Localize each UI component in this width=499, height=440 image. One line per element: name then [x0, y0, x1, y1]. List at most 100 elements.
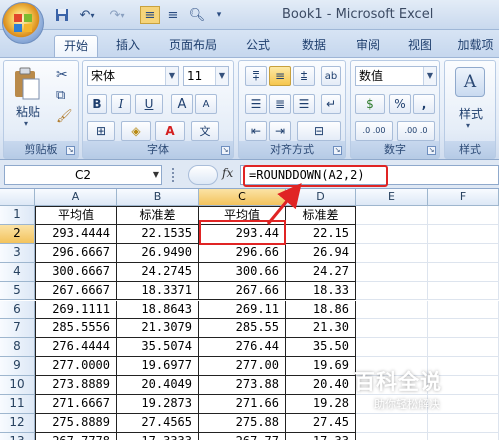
cell-e13[interactable]: [356, 432, 428, 440]
column-header-f[interactable]: F: [428, 189, 499, 206]
column-header-a[interactable]: A: [35, 189, 117, 206]
tab-page-layout[interactable]: 页面布局: [164, 35, 222, 57]
row-header[interactable]: 9: [0, 357, 35, 377]
cell-c12[interactable]: 275.88: [199, 413, 286, 433]
row-header[interactable]: 10: [0, 376, 35, 395]
cell-b4[interactable]: 24.2745: [117, 262, 199, 282]
phonetic-button[interactable]: 文: [191, 121, 219, 141]
undo-icon[interactable]: ↶ ▾: [76, 6, 98, 24]
styles-label[interactable]: 样式: [449, 105, 493, 122]
cell-b12[interactable]: 27.4565: [117, 413, 199, 433]
cell-b6[interactable]: 18.8643: [117, 300, 199, 320]
cell-a2[interactable]: 293.4444: [35, 224, 117, 244]
align-center-icon[interactable]: ≣: [269, 94, 291, 114]
cell-a4[interactable]: 300.6667: [35, 262, 117, 282]
cell-a3[interactable]: 296.6667: [35, 243, 117, 263]
cell-c7[interactable]: 285.55: [199, 319, 286, 339]
alignment-launcher-icon[interactable]: ↘: [333, 146, 342, 155]
cell-f13[interactable]: [428, 432, 499, 440]
tab-formulas[interactable]: 公式: [238, 35, 278, 57]
row-header[interactable]: 6: [0, 300, 35, 320]
increase-indent-icon[interactable]: ⇥: [269, 121, 291, 141]
font-color-button[interactable]: A: [155, 121, 185, 141]
grow-font-button[interactable]: A: [171, 94, 193, 114]
font-name-select[interactable]: 宋体 ▼: [87, 66, 179, 86]
cell-d2[interactable]: 22.15: [286, 224, 356, 244]
row-header[interactable]: 12: [0, 413, 35, 433]
increase-decimal-button[interactable]: .0 .00: [355, 121, 393, 141]
cell-e3[interactable]: [356, 243, 428, 263]
cell-e1[interactable]: [356, 206, 428, 225]
underline-button[interactable]: U: [135, 94, 163, 114]
currency-icon[interactable]: $: [355, 94, 385, 114]
merge-center-icon[interactable]: ⊟: [297, 121, 341, 141]
cell-f5[interactable]: [428, 281, 499, 301]
cell-b7[interactable]: 21.3079: [117, 319, 199, 339]
cell-b1[interactable]: 标准差: [117, 206, 199, 225]
shrink-font-button[interactable]: A: [195, 94, 217, 114]
cell-d5[interactable]: 18.33: [286, 281, 356, 301]
row-header[interactable]: 13: [0, 432, 35, 440]
cell-b11[interactable]: 19.2873: [117, 395, 199, 414]
cell-b5[interactable]: 18.3371: [117, 281, 199, 301]
expand-formula-toggle[interactable]: [188, 165, 218, 185]
cell-c4[interactable]: 300.66: [199, 262, 286, 282]
column-header-e[interactable]: E: [356, 189, 428, 206]
decrease-decimal-button[interactable]: .00 .0: [397, 121, 435, 141]
paste-icon[interactable]: [12, 67, 44, 101]
cell-c5[interactable]: 267.66: [199, 281, 286, 301]
copy-icon[interactable]: ⧉: [56, 88, 65, 103]
align-center-qat-icon[interactable]: ≡: [140, 6, 160, 24]
cell-d12[interactable]: 27.45: [286, 413, 356, 433]
column-header-d[interactable]: D: [286, 189, 356, 206]
italic-button[interactable]: I: [111, 94, 131, 114]
tab-home[interactable]: 开始: [54, 35, 98, 57]
styles-icon[interactable]: A: [455, 67, 485, 97]
cell-a5[interactable]: 267.6667: [35, 281, 117, 301]
styles-dropdown-icon[interactable]: ▾: [466, 121, 470, 130]
cell-b13[interactable]: 17.3333: [117, 432, 199, 440]
cell-b9[interactable]: 19.6977: [117, 357, 199, 377]
comma-button[interactable]: ,: [413, 94, 435, 114]
cell-b10[interactable]: 20.4049: [117, 376, 199, 395]
cell-f6[interactable]: [428, 300, 499, 320]
cell-b3[interactable]: 26.9490: [117, 243, 199, 263]
cell-e5[interactable]: [356, 281, 428, 301]
paste-label[interactable]: 粘贴: [10, 103, 46, 120]
row-header[interactable]: 4: [0, 262, 35, 282]
cell-e6[interactable]: [356, 300, 428, 320]
font-launcher-icon[interactable]: ↘: [221, 146, 230, 155]
column-header-b[interactable]: B: [117, 189, 199, 206]
clipboard-launcher-icon[interactable]: ↘: [66, 146, 75, 155]
cell-c9[interactable]: 277.00: [199, 357, 286, 377]
cell-b8[interactable]: 35.5074: [117, 338, 199, 358]
column-header-c[interactable]: C: [199, 189, 286, 206]
format-painter-icon[interactable]: 🖌︎: [56, 109, 73, 124]
borders-icon[interactable]: ⊞: [87, 121, 115, 141]
cell-c6[interactable]: 269.11: [199, 300, 286, 320]
cell-f7[interactable]: [428, 319, 499, 339]
cell-a11[interactable]: 271.6667: [35, 395, 117, 414]
align-right-icon[interactable]: ☰: [293, 94, 315, 114]
cell-f3[interactable]: [428, 243, 499, 263]
decrease-indent-icon[interactable]: ⇤: [245, 121, 267, 141]
row-header[interactable]: 5: [0, 281, 35, 301]
cell-f8[interactable]: [428, 338, 499, 358]
cell-f4[interactable]: [428, 262, 499, 282]
cell-e8[interactable]: [356, 338, 428, 358]
row-header[interactable]: 7: [0, 319, 35, 339]
tab-review[interactable]: 审阅: [348, 35, 388, 57]
cell-a6[interactable]: 269.1111: [35, 300, 117, 320]
align-left-icon[interactable]: ☰: [245, 94, 267, 114]
insert-function-button[interactable]: fx: [222, 166, 233, 180]
cell-d8[interactable]: 35.50: [286, 338, 356, 358]
row-header[interactable]: 3: [0, 243, 35, 263]
cell-c11[interactable]: 271.66: [199, 395, 286, 414]
cell-c3[interactable]: 296.66: [199, 243, 286, 263]
cell-a10[interactable]: 273.8889: [35, 376, 117, 395]
cell-b2[interactable]: 22.1535: [117, 224, 199, 244]
cell-a1[interactable]: 平均值: [35, 206, 117, 225]
cell-c8[interactable]: 276.44: [199, 338, 286, 358]
redo-icon[interactable]: ↷ ▾: [106, 6, 128, 24]
cell-e7[interactable]: [356, 319, 428, 339]
